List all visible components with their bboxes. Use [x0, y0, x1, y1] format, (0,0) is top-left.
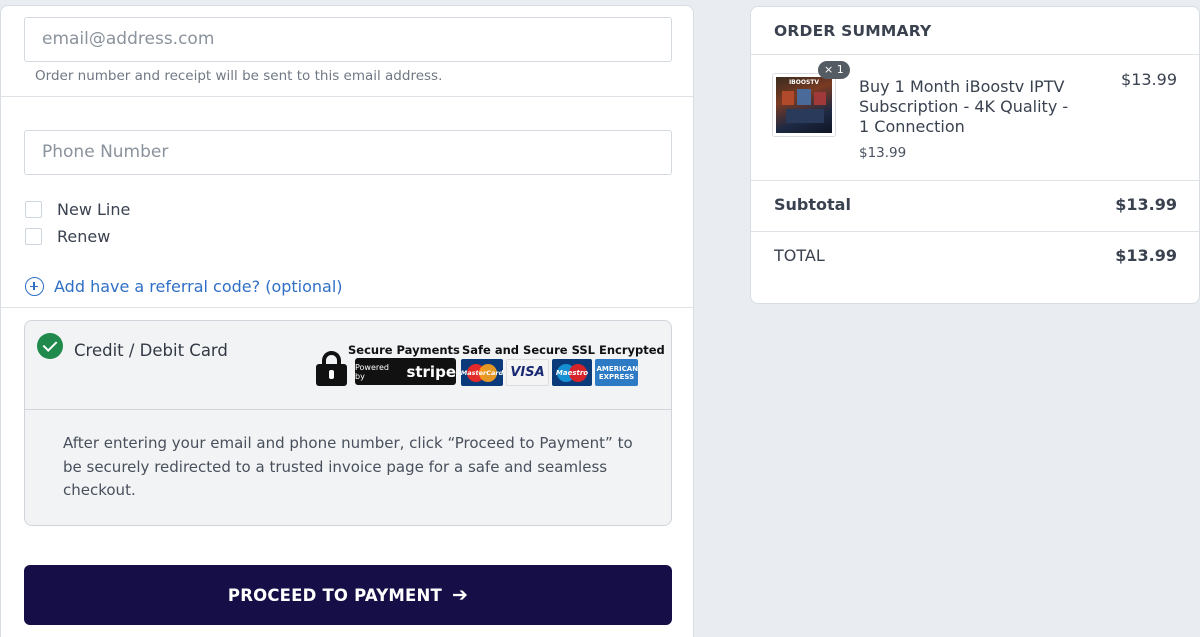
amex-logo: AMERICAN EXPRESS: [595, 359, 638, 386]
email-input[interactable]: email@address.com: [24, 17, 672, 62]
checkout-form-panel: email@address.com Order number and recei…: [0, 5, 694, 637]
order-summary-title: ORDER SUMMARY: [774, 22, 932, 40]
referral-code-label: Add have a referral code? (optional): [54, 277, 343, 296]
subtotal-label: Subtotal: [774, 195, 851, 214]
visa-logo: VISA: [506, 359, 549, 386]
payment-method-option[interactable]: Credit / Debit Card Secure Payments Safe…: [25, 321, 671, 410]
divider: [751, 180, 1199, 181]
email-hint: Order number and receipt will be sent to…: [35, 68, 443, 84]
total-label: TOTAL: [774, 246, 825, 265]
order-summary-panel: ORDER SUMMARY IBOOSTV × 1 Buy 1 Month iB…: [750, 6, 1200, 304]
product-thumbnail: IBOOSTV: [772, 73, 836, 137]
secure-payments-text: Secure Payments: [348, 343, 460, 357]
renew-label: Renew: [57, 227, 111, 246]
visa-text: VISA: [510, 365, 545, 380]
email-section: email@address.com Order number and recei…: [1, 6, 693, 97]
new-line-label: New Line: [57, 200, 131, 219]
proceed-to-payment-button[interactable]: PROCEED TO PAYMENT ➔: [24, 565, 672, 625]
stripe-logo: Powered by stripe: [355, 358, 456, 385]
arrow-right-icon: ➔: [451, 584, 469, 606]
new-line-checkbox[interactable]: [25, 201, 42, 218]
payment-method-label: Credit / Debit Card: [74, 341, 228, 360]
renew-checkbox[interactable]: [25, 228, 42, 245]
product-name: Buy 1 Month iBoostv IPTV Subscription - …: [859, 77, 1069, 136]
divider: [751, 231, 1199, 232]
new-line-checkbox-row[interactable]: New Line: [25, 200, 130, 219]
maestro-text: Maestro: [555, 368, 589, 377]
divider: [1, 307, 693, 308]
payment-description: After entering your email and phone numb…: [63, 434, 633, 499]
padlock-icon: [316, 351, 347, 386]
amex-text: AMERICAN EXPRESS: [596, 364, 639, 381]
maestro-logo: Maestro: [552, 359, 592, 386]
quantity-badge: × 1: [818, 61, 850, 79]
plus-circle-icon: [25, 277, 44, 296]
proceed-button-label: PROCEED TO PAYMENT: [227, 585, 442, 605]
product-price: $13.99: [1121, 70, 1177, 89]
product-thumbnail-logo: IBOOSTV: [788, 79, 820, 86]
phone-input[interactable]: Phone Number: [24, 130, 672, 175]
total-value: $13.99: [1115, 246, 1177, 265]
checkmark-circle-icon: [37, 333, 63, 359]
mastercard-text: MasterCard: [460, 368, 504, 377]
product-unit-price: $13.99: [859, 145, 907, 161]
ssl-encrypted-text: Safe and Secure SSL Encrypted: [462, 343, 665, 357]
divider: [751, 54, 1199, 55]
secure-payment-badge: Secure Payments Safe and Secure SSL Encr…: [315, 341, 665, 391]
payment-method-box: Credit / Debit Card Secure Payments Safe…: [24, 320, 672, 526]
subtotal-value: $13.99: [1115, 195, 1177, 214]
mastercard-logo: MasterCard: [461, 359, 503, 386]
renew-checkbox-row[interactable]: Renew: [25, 227, 110, 246]
referral-code-link[interactable]: Add have a referral code? (optional): [25, 277, 343, 296]
stripe-wordmark: stripe: [406, 362, 456, 381]
stripe-powered-by: Powered by: [355, 362, 390, 381]
